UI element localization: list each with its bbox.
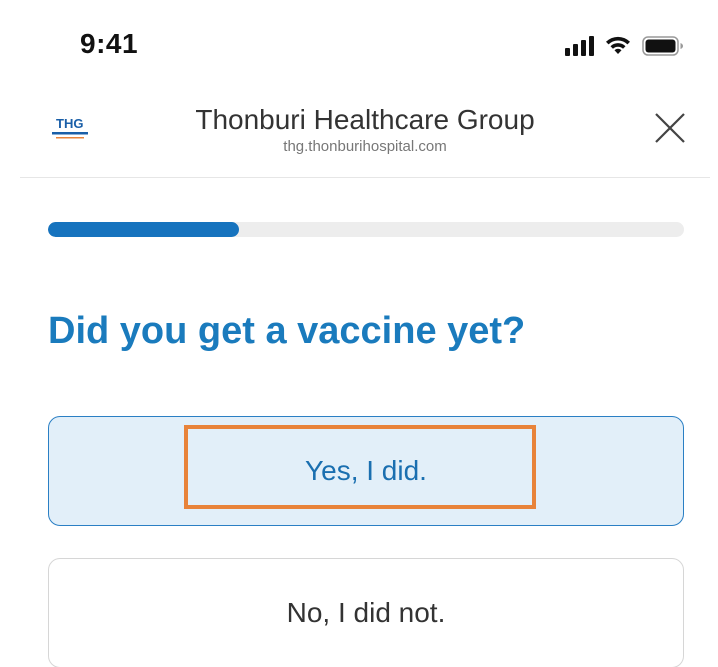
- option-no-label: No, I did not.: [286, 597, 446, 628]
- site-url: thg.thonburihospital.com: [283, 138, 447, 155]
- wifi-icon: [604, 34, 632, 56]
- option-no-button[interactable]: No, I did not.: [48, 558, 684, 667]
- app-header: THG Thonburi Healthcare Group thg.thonbu…: [20, 90, 710, 178]
- progress-bar: [48, 222, 684, 237]
- option-yes-button[interactable]: Yes, I did.: [48, 416, 684, 526]
- cellular-signal-icon: [565, 36, 594, 56]
- progress-fill: [48, 222, 239, 237]
- site-title: Thonburi Healthcare Group: [195, 104, 535, 135]
- status-icons: [565, 32, 684, 56]
- question-title: Did you get a vaccine yet?: [48, 310, 526, 352]
- close-icon: [655, 113, 685, 143]
- close-button[interactable]: [650, 108, 690, 148]
- option-yes-label: Yes, I did.: [305, 455, 427, 486]
- status-bar: 9:41: [0, 0, 718, 90]
- status-time: 9:41: [80, 28, 139, 59]
- battery-icon: [642, 36, 684, 56]
